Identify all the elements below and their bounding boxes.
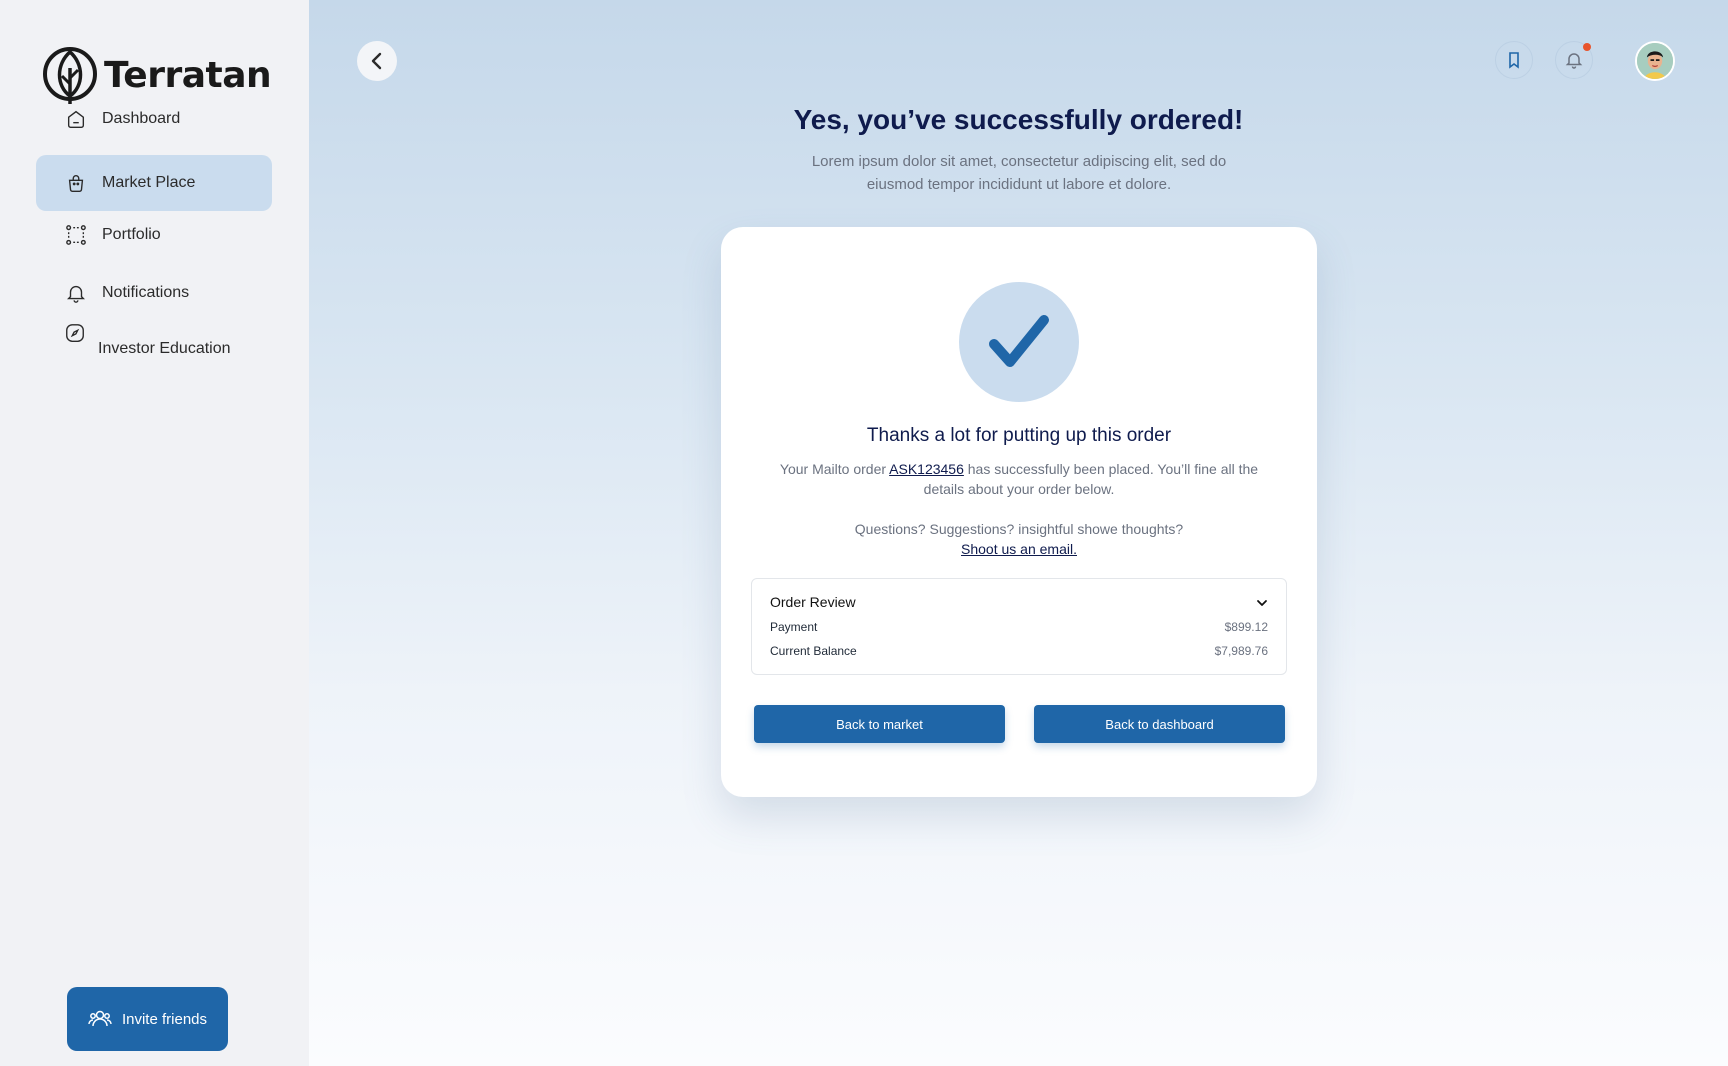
notifications-button[interactable] xyxy=(1555,41,1593,79)
order-message-start: Your Mailto order xyxy=(779,461,890,477)
bookmark-icon xyxy=(1509,52,1519,69)
questions-text: Questions? Suggestions? insightful showe… xyxy=(721,519,1317,559)
chevron-down-icon[interactable] xyxy=(1254,595,1270,611)
portfolio-icon xyxy=(64,223,88,247)
bell-icon xyxy=(1565,53,1583,69)
avatar-portrait-icon xyxy=(1637,43,1673,79)
sidebar-item-notifications[interactable]: Notifications xyxy=(36,265,272,321)
sidebar-item-label: Investor Education xyxy=(98,340,231,357)
invite-friends-button[interactable]: Invite friends xyxy=(67,987,228,1051)
sidebar-item-investor-education[interactable]: Investor Education xyxy=(64,322,231,357)
review-row-balance: Current Balance $7,989.76 xyxy=(770,644,1268,658)
review-row-label: Payment xyxy=(770,620,818,634)
checkmark-icon xyxy=(989,315,1049,367)
bell-icon xyxy=(64,281,88,305)
order-success-card: Thanks a lot for putting up this order Y… xyxy=(721,227,1317,797)
email-link[interactable]: Shoot us an email. xyxy=(961,541,1077,557)
sidebar-item-market-place[interactable]: Market Place xyxy=(36,155,272,211)
sidebar-item-label: Market Place xyxy=(102,174,196,191)
invite-friends-label: Invite friends xyxy=(121,1010,208,1028)
page-subtitle: Lorem ipsum dolor sit amet, consectetur … xyxy=(811,153,1227,193)
success-badge xyxy=(959,282,1079,402)
back-button[interactable] xyxy=(357,41,397,81)
bookmark-button[interactable] xyxy=(1495,41,1533,79)
order-message-end: has successfully been placed. You’ll fin… xyxy=(923,461,1259,497)
bag-icon xyxy=(64,171,88,195)
app-name: Terratan xyxy=(104,54,272,96)
chevron-left-icon xyxy=(371,52,382,70)
main-content: Yes, you’ve successfully ordered! Lorem … xyxy=(309,0,1728,1066)
sidebar-item-label: Portfolio xyxy=(102,226,161,243)
order-message: Your Mailto order ASK123456 has successf… xyxy=(759,459,1279,499)
review-row-value: $7,989.76 xyxy=(1214,644,1268,658)
sidebar-item-dashboard[interactable]: Dashboard xyxy=(36,91,272,147)
compass-icon xyxy=(64,324,86,348)
home-icon xyxy=(64,107,88,131)
notification-dot xyxy=(1583,43,1591,51)
users-icon xyxy=(88,1010,112,1027)
review-row-payment: Payment $899.12 xyxy=(770,620,1268,634)
sidebar-item-label: Notifications xyxy=(102,284,190,301)
back-to-market-button[interactable]: Back to market xyxy=(754,705,1005,743)
sidebar-item-label: Dashboard xyxy=(102,110,181,127)
back-to-dashboard-button[interactable]: Back to dashboard xyxy=(1034,705,1285,743)
card-heading: Thanks a lot for putting up this order xyxy=(866,425,1172,446)
order-review-title: Order Review xyxy=(770,594,856,610)
avatar[interactable] xyxy=(1635,41,1675,81)
sidebar-item-portfolio[interactable]: Portfolio xyxy=(36,207,272,263)
sidebar: Terratan Dashboard Market Place Portfoli… xyxy=(0,0,309,1066)
review-row-label: Current Balance xyxy=(770,644,857,658)
questions-label: Questions? Suggestions? insightful showe… xyxy=(854,521,1184,537)
order-review-panel: Order Review Payment $899.12 Current Bal… xyxy=(751,578,1287,675)
order-id-link[interactable]: ASK123456 xyxy=(889,461,964,477)
review-row-value: $899.12 xyxy=(1224,620,1268,634)
page-title: Yes, you’ve successfully ordered! xyxy=(793,104,1244,135)
